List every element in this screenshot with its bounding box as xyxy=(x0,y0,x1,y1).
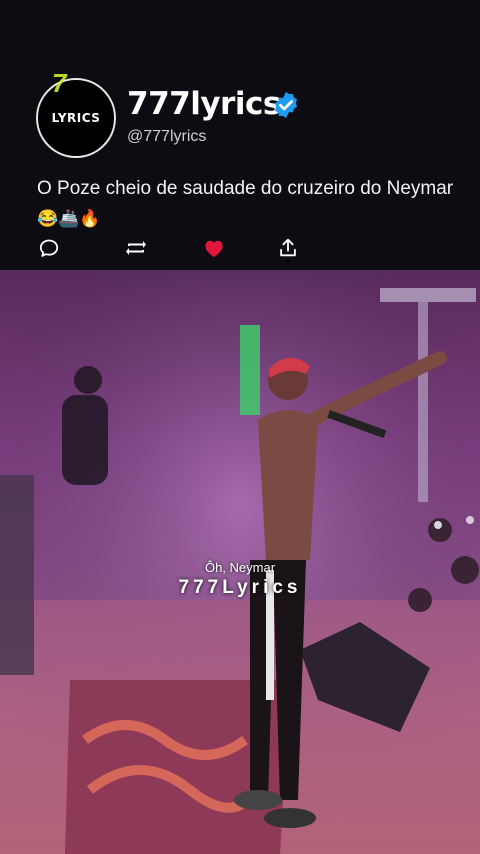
share-icon xyxy=(280,238,296,257)
heart-icon xyxy=(205,240,223,258)
user-handle[interactable]: @777lyrics xyxy=(127,128,206,146)
post-text-body: O Poze cheio de saudade do cruzeiro do N… xyxy=(37,178,454,199)
like-button[interactable] xyxy=(200,234,228,262)
repost-icon xyxy=(126,241,146,255)
avatar[interactable]: 7 LYRICS xyxy=(36,68,116,158)
action-bar xyxy=(0,234,480,262)
post-header: 7 LYRICS 777lyrics @777lyrics O Poze che… xyxy=(0,0,480,270)
share-button[interactable] xyxy=(274,234,302,262)
display-name[interactable]: 777lyrics xyxy=(127,86,281,122)
reply-button[interactable] xyxy=(35,234,63,262)
avatar-logo-text: LYRICS xyxy=(51,111,101,125)
video-subtitle: Ôh, Neymar xyxy=(204,560,276,575)
repost-button[interactable] xyxy=(122,234,150,262)
video-watermark: 777Lyrics xyxy=(178,577,302,598)
post-text: O Poze cheio de saudade do cruzeiro do N… xyxy=(37,174,457,234)
chat-bubble-icon xyxy=(39,239,59,257)
verified-badge-icon xyxy=(275,91,297,119)
post-emojis: 😂🚢🔥 xyxy=(37,209,101,228)
